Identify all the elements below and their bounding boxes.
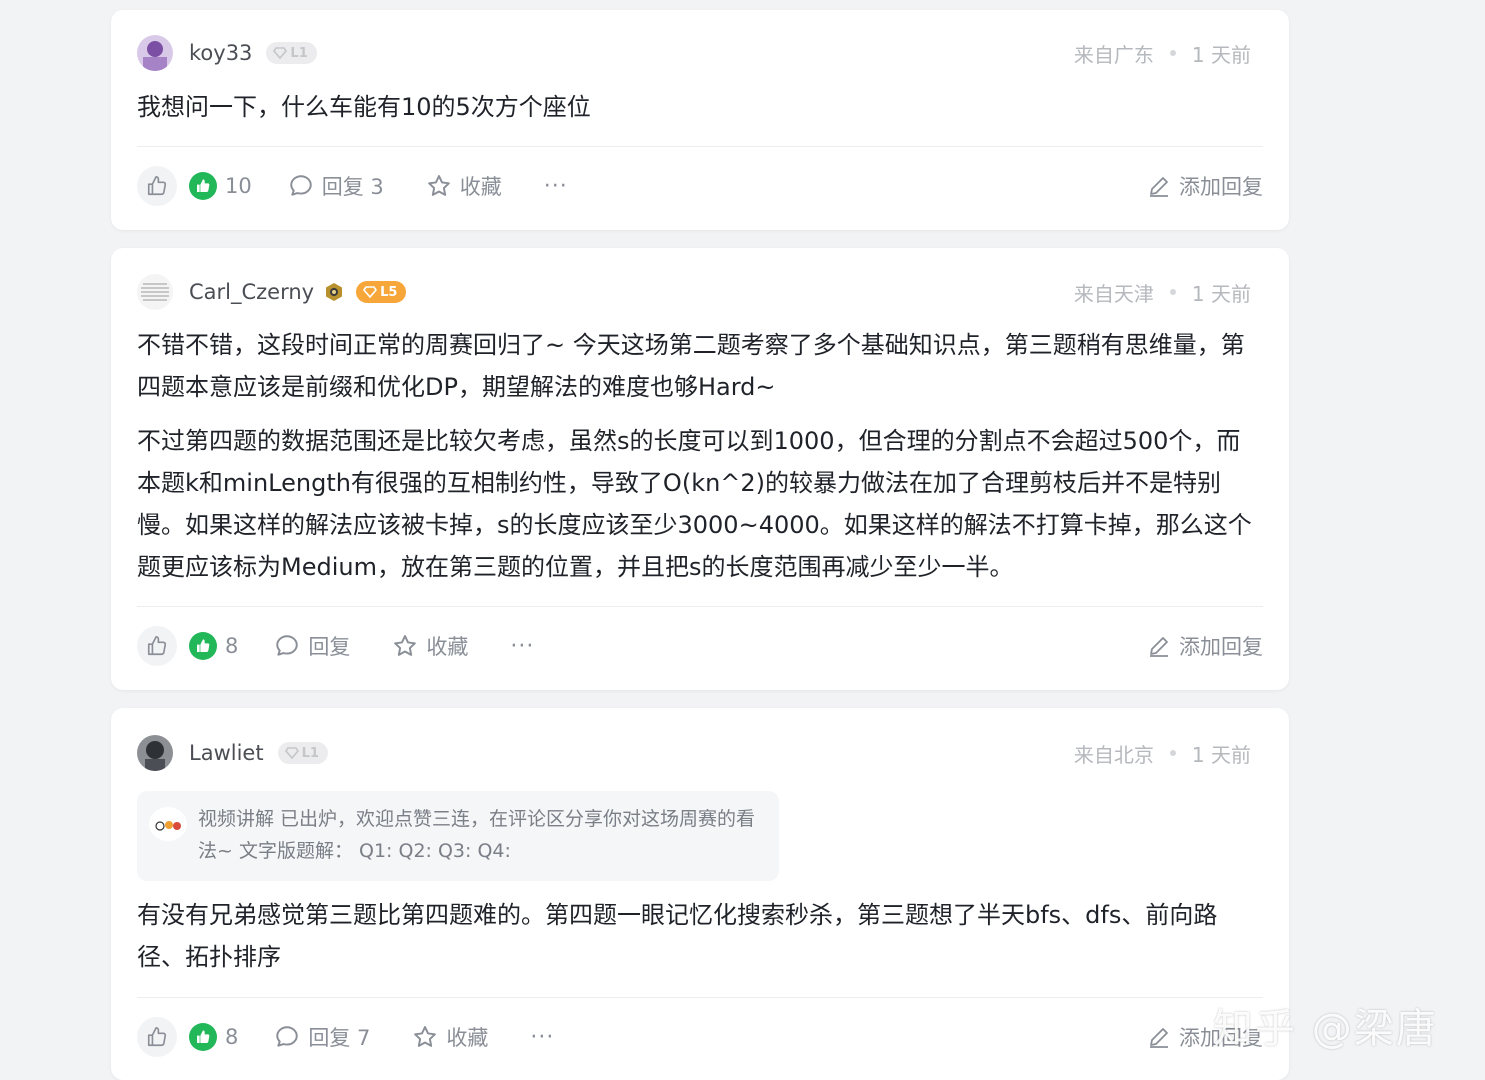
comment-card: Lawliet L1 来自北京 1 天前 视频讲解 已出炉，欢迎点赞三连，在评论… [111, 708, 1289, 1080]
comment-paragraph: 不错不错，这段时间正常的周赛回归了~ 今天这场第二题考察了多个基础知识点，第三题… [137, 331, 1245, 401]
collect-button[interactable]: 收藏 [426, 171, 502, 201]
comment-body: 有没有兄弟感觉第三题比第四题难的。第四题一眼记忆化搜索秒杀，第三题想了半天bfs… [137, 894, 1263, 978]
quote-text: 视频讲解 已出炉，欢迎点赞三连，在评论区分享你对这场周赛的看法~ 文字版题解： … [198, 808, 756, 862]
level-badge: L5 [356, 281, 407, 303]
comment-card: Carl_Czerny L5 来自天津 1 天前 不错不错，这段时间正常的周赛回… [111, 248, 1289, 690]
location: 来自广东 [1073, 42, 1154, 67]
comment-paragraph: 有没有兄弟感觉第三题比第四题难的。第四题一眼记忆化搜索秒杀，第三题想了半天bfs… [137, 901, 1218, 971]
comment-bubble-icon [276, 1026, 299, 1047]
comment-header: Lawliet L1 来自北京 1 天前 [137, 735, 1263, 771]
level-label: L5 [380, 284, 398, 300]
more-button[interactable]: ··· [530, 1025, 554, 1050]
level-badge: L1 [277, 742, 328, 764]
quote-avatar [149, 807, 187, 841]
collect-label: 收藏 [446, 1026, 489, 1050]
pencil-icon [1150, 637, 1168, 657]
comment-bubble-icon [290, 175, 312, 196]
separator-dot [1169, 289, 1176, 295]
reply-button[interactable]: 回复 [274, 631, 350, 661]
like-button[interactable] [137, 166, 177, 206]
thumb-up-icon [147, 636, 167, 656]
pencil-icon [1150, 177, 1168, 197]
liked-thumb-icon [189, 632, 217, 660]
location: 来自北京 [1073, 742, 1154, 767]
timestamp: 1 天前 [1191, 281, 1251, 306]
comment-meta: 来自天津 1 天前 [1074, 278, 1251, 307]
star-icon [414, 1026, 437, 1047]
timestamp: 1 天前 [1191, 42, 1251, 67]
star-icon [394, 635, 417, 656]
username[interactable]: koy33 [189, 41, 252, 65]
collect-button[interactable]: 收藏 [392, 631, 468, 661]
comment-header: Carl_Czerny L5 来自天津 1 天前 [137, 274, 1263, 310]
level-label: L1 [290, 45, 308, 61]
separator-dot [1169, 750, 1176, 756]
like-count-value: 10 [225, 174, 252, 198]
more-button[interactable]: ··· [544, 174, 568, 199]
add-reply-button[interactable]: 添加回复 [1147, 171, 1263, 201]
avatar[interactable] [137, 35, 173, 71]
divider [137, 997, 1263, 998]
comment-paragraph: 我想问一下，什么车能有10的5次方个座位 [137, 93, 591, 121]
collect-button[interactable]: 收藏 [412, 1022, 488, 1052]
quoted-reply[interactable]: 视频讲解 已出炉，欢迎点赞三连，在评论区分享你对这场周赛的看法~ 文字版题解： … [137, 791, 779, 881]
reply-label: 回复 3 [321, 175, 384, 199]
reply-button[interactable]: 回复 3 [288, 171, 384, 201]
star-icon [427, 175, 450, 196]
watermark: 知乎 @梁唐 [1213, 1006, 1438, 1052]
more-button[interactable]: ··· [510, 634, 534, 659]
like-count-value: 8 [225, 1025, 239, 1049]
timestamp: 1 天前 [1191, 742, 1251, 767]
like-count: 8 [189, 632, 238, 660]
level-badge: L1 [266, 42, 317, 64]
comment-meta: 来自北京 1 天前 [1074, 739, 1251, 768]
comment-bubble-icon [276, 635, 299, 656]
like-count: 10 [189, 172, 252, 200]
comment-paragraph: 不过第四题的数据范围还是比较欠考虑，虽然s的长度可以到1000，但合理的分割点不… [137, 427, 1252, 581]
avatar[interactable] [137, 274, 173, 310]
collect-label: 收藏 [426, 635, 469, 659]
diamond-icon [273, 47, 288, 59]
hexagon-badge-icon [326, 283, 343, 301]
avatar[interactable] [137, 735, 173, 771]
like-button[interactable] [137, 1017, 177, 1057]
comment-header: koy33 L1 来自广东 1 天前 [137, 35, 1263, 71]
reply-label: 回复 [308, 635, 351, 659]
username[interactable]: Carl_Czerny [189, 280, 314, 304]
pencil-icon [1150, 1028, 1168, 1048]
level-label: L1 [301, 745, 319, 761]
divider [137, 146, 1263, 147]
comment-actions: 8 回复 收藏 ··· 添加回复 [137, 624, 1263, 668]
comment-body: 不错不错，这段时间正常的周赛回归了~ 今天这场第二题考察了多个基础知识点，第三题… [137, 324, 1263, 588]
add-reply-button[interactable]: 添加回复 [1147, 631, 1263, 661]
thumb-up-icon [147, 176, 167, 196]
like-button[interactable] [137, 626, 177, 666]
comment-actions: 10 回复 3 收藏 ··· 添加回复 [137, 164, 1263, 208]
add-reply-label: 添加回复 [1179, 635, 1263, 659]
reply-button[interactable]: 回复 7 [274, 1022, 370, 1052]
collect-label: 收藏 [459, 175, 502, 199]
add-reply-label: 添加回复 [1179, 175, 1263, 199]
diamond-icon [363, 286, 378, 298]
comment-card: koy33 L1 来自广东 1 天前 我想问一下，什么车能有10的5次方个座位 … [111, 10, 1289, 230]
liked-thumb-icon [189, 172, 217, 200]
comment-meta: 来自广东 1 天前 [1074, 39, 1251, 68]
like-count-value: 8 [225, 634, 239, 658]
username[interactable]: Lawliet [189, 741, 264, 765]
reply-label: 回复 7 [308, 1026, 371, 1050]
comment-actions: 8 回复 7 收藏 ··· 添加回复 [137, 1015, 1263, 1059]
thumb-up-icon [147, 1027, 167, 1047]
liked-thumb-icon [189, 1023, 217, 1051]
diamond-icon [284, 747, 299, 759]
location: 来自天津 [1073, 281, 1154, 306]
like-count: 8 [189, 1023, 238, 1051]
divider [137, 606, 1263, 607]
separator-dot [1169, 50, 1176, 56]
comment-body: 我想问一下，什么车能有10的5次方个座位 [137, 86, 1263, 128]
